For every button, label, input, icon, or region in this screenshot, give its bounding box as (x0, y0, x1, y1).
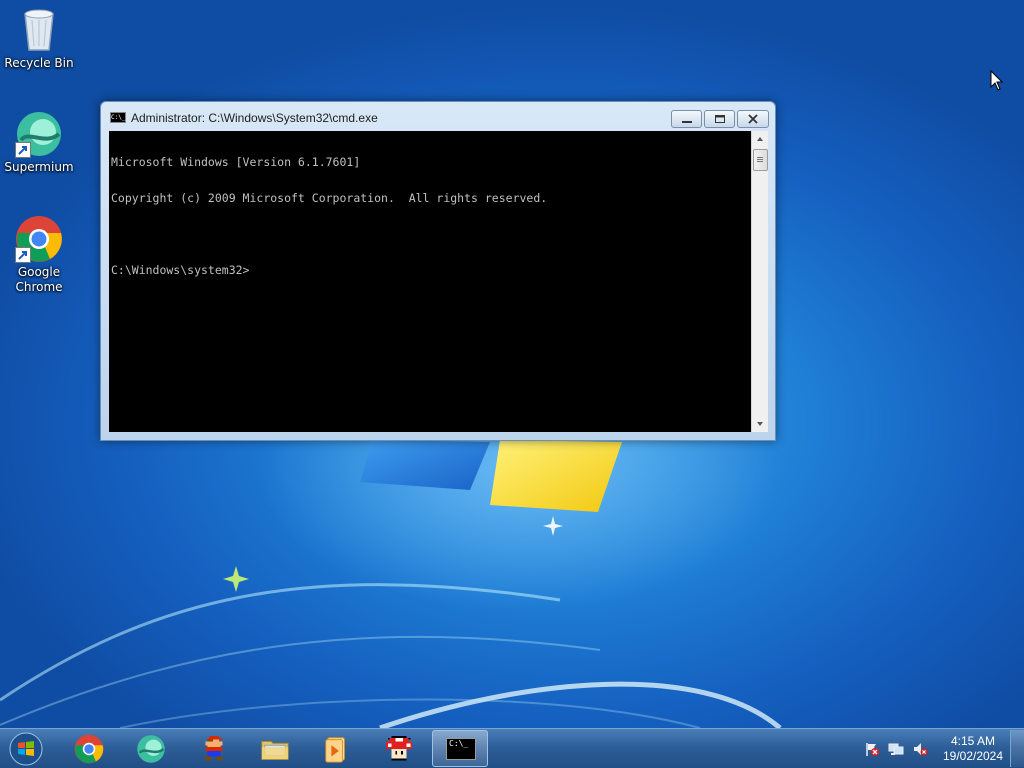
mouse-cursor-icon (990, 70, 1004, 91)
scroll-down-arrow-icon (757, 422, 763, 426)
console-output[interactable]: Microsoft Windows [Version 6.1.7601] Cop… (109, 131, 751, 432)
desktop-icon-label: Google Chrome (15, 265, 63, 294)
close-icon (748, 114, 758, 124)
taskbar-cmd[interactable]: C:\_ (432, 730, 488, 767)
cmd-title-icon[interactable]: C:\_ (110, 112, 126, 123)
media-player-icon (325, 737, 345, 763)
taskbar: C:\_ 4:15 AM 19/02/2024 (0, 728, 1024, 768)
start-orb-icon (9, 732, 43, 766)
taskbar-file-explorer[interactable] (246, 730, 302, 767)
cmd-icon: C:\_ (446, 738, 476, 760)
close-button[interactable] (737, 110, 769, 128)
taskbar-chrome[interactable] (60, 730, 116, 767)
start-button[interactable] (6, 731, 46, 767)
maximize-button[interactable] (704, 110, 735, 128)
vertical-scrollbar[interactable] (751, 131, 768, 432)
mushroom-game-icon (385, 735, 413, 761)
chrome-icon (74, 734, 104, 764)
shortcut-arrow-icon (15, 142, 31, 158)
cmd-window[interactable]: C:\_ Administrator: C:\Windows\System32\… (100, 101, 776, 441)
scroll-down-button[interactable] (752, 415, 768, 432)
mario-game-icon (205, 735, 223, 761)
scroll-up-arrow-icon (757, 137, 763, 141)
console-line: Copyright (c) 2009 Microsoft Corporation… (111, 191, 548, 205)
recycle-bin-icon (15, 6, 63, 54)
desktop-icon-label: Supermium (4, 160, 74, 174)
taskbar-mushroom-game[interactable] (370, 730, 426, 767)
supermium-icon (15, 110, 63, 158)
network-icon[interactable] (888, 741, 904, 757)
desktop-icon-recycle-bin[interactable]: Recycle Bin (1, 6, 77, 71)
cmd-icon-text: C:\_ (449, 739, 469, 748)
desktop-icon-google-chrome[interactable]: Google Chrome (1, 215, 77, 295)
minimize-button[interactable] (671, 110, 702, 128)
console-prompt: C:\Windows\system32> (111, 263, 250, 277)
shortcut-arrow-icon (15, 247, 31, 263)
window-titlebar[interactable]: C:\_ Administrator: C:\Windows\System32\… (101, 102, 775, 132)
chrome-icon (15, 215, 63, 263)
maximize-icon (714, 115, 725, 123)
volume-muted-icon[interactable] (912, 741, 928, 757)
action-center-flag-icon[interactable] (864, 741, 880, 757)
file-explorer-icon (261, 741, 289, 760)
desktop-icon-supermium[interactable]: Supermium (1, 110, 77, 175)
desktop-icon-label: Recycle Bin (4, 56, 74, 70)
supermium-icon (137, 735, 165, 763)
scroll-up-button[interactable] (752, 131, 768, 148)
taskbar-media-player[interactable] (308, 730, 364, 767)
minimize-icon (681, 121, 692, 123)
clock-time: 4:15 AM (950, 734, 996, 748)
console-line: Microsoft Windows [Version 6.1.7601] (111, 155, 361, 169)
show-desktop-button[interactable] (1010, 730, 1024, 767)
system-tray: 4:15 AM 19/02/2024 (858, 729, 1024, 768)
taskbar-mario-game[interactable] (186, 730, 242, 767)
scrollbar-thumb[interactable] (753, 149, 768, 171)
window-title: Administrator: C:\Windows\System32\cmd.e… (131, 111, 378, 125)
clock-date: 19/02/2024 (942, 749, 1004, 763)
taskbar-clock[interactable]: 4:15 AM 19/02/2024 (938, 734, 1008, 764)
taskbar-supermium[interactable] (122, 730, 178, 767)
